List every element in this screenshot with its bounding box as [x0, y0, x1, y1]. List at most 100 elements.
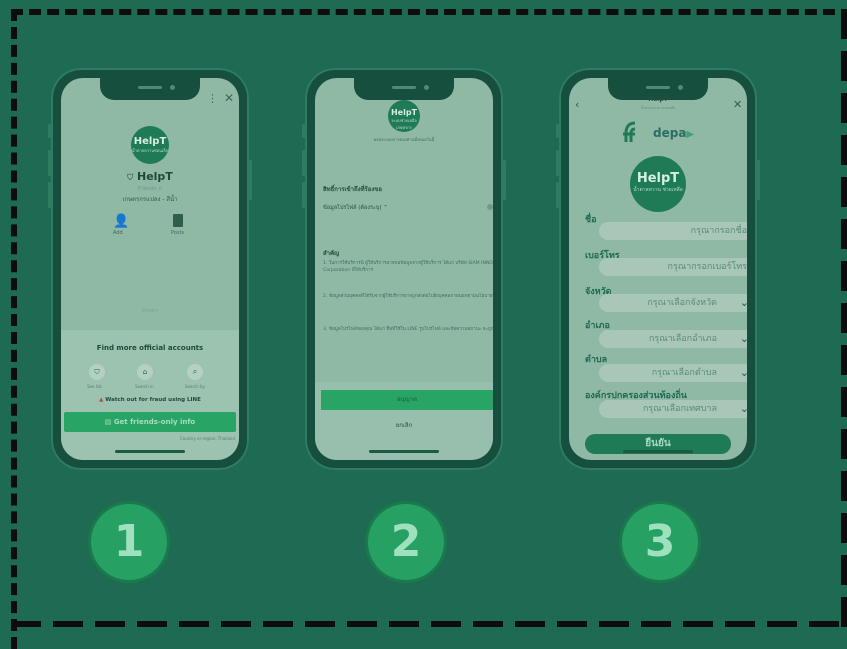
- find-item-label: Search in: [135, 384, 154, 389]
- dashed-border-right: [841, 9, 847, 629]
- add-label: Add: [113, 230, 123, 236]
- chevron-down-icon: ⌄: [739, 296, 747, 309]
- screen: ‹ HelpT น้ำตาลหวาน ช่วยเหลือ ✕ depa▶ Hel…: [569, 78, 747, 460]
- municipality-select-value: กรุณาเลือกเทศบาล: [642, 404, 717, 414]
- volume-down-button: [48, 182, 51, 208]
- get-info-button[interactable]: ▤ Get friends-only info: [64, 412, 236, 432]
- dashed-border-bottom: [11, 621, 847, 627]
- notch: [100, 78, 200, 100]
- phone-consent: HelpT ระบบช่วยเหลือเกษตรกร ผลประกอบการขอ…: [302, 68, 506, 470]
- account-friends: Friends: 0: [137, 186, 163, 192]
- volume-up-button: [48, 150, 51, 176]
- get-info-label: Get friends-only info: [113, 418, 196, 426]
- depa-arrow-icon: ▶: [686, 129, 695, 140]
- screen: HelpT ระบบช่วยเหลือเกษตรกร ผลประกอบการขอ…: [315, 78, 493, 460]
- fraud-warning: ▲ Watch out for fraud using LINE: [61, 397, 239, 403]
- screen: ⋮ ✕ HelpT น้ำตาลหวานซ่อนเล็ก ⛉ HelpT Fri…: [61, 78, 239, 460]
- home-indicator: [369, 450, 439, 453]
- volume-up-button: [556, 150, 559, 176]
- account-logo: HelpT น้ำตาลหวานซ่อนเล็ก: [131, 126, 169, 164]
- logo-name: HelpT: [636, 171, 680, 186]
- logo-subtitle: น้ำตาลหวาน ช่วยเหลือ: [633, 187, 683, 193]
- subdistrict-select-value: กรุณาเลือกตำบล: [651, 368, 717, 378]
- subdistrict-select[interactable]: กรุณาเลือกตำบล ⌄: [599, 364, 747, 382]
- logo-name: HelpT: [390, 108, 418, 117]
- verified-shield-icon: ⛉: [127, 173, 134, 182]
- terms-item: 2. ข้อมูลส่วนบุคคลที่ได้รับจากผู้ใช้บริก…: [323, 294, 493, 299]
- notch: [354, 78, 454, 100]
- phone-registration: ‹ HelpT น้ำตาลหวาน ช่วยเหลือ ✕ depa▶ Hel…: [556, 68, 760, 470]
- terms-list: 1. ในการใช้บริการนี้ ผู้ให้บริการอาจขอข้…: [323, 260, 493, 354]
- search-icon[interactable]: ⌕: [187, 364, 203, 380]
- district-select-value: กรุณาเลือกอำเภอ: [648, 334, 717, 344]
- permission-item[interactable]: ข้อมูลโปรไฟล์ (ต้องระบุ) ⌃: [323, 204, 388, 212]
- mute-button: [302, 124, 305, 138]
- volume-up-button: [302, 150, 305, 176]
- logo-caption: ผลประกอบการของท่านทั้งหมดในนี้: [373, 137, 435, 142]
- mute-button: [556, 124, 559, 138]
- logo-name: HelpT: [133, 136, 167, 147]
- home-indicator: [623, 450, 693, 453]
- header-subtitle: น้ำตาลหวาน ช่วยเหลือ: [640, 106, 676, 110]
- allow-button[interactable]: อนุญาต: [321, 390, 493, 410]
- phone-input[interactable]: กรุณากรอกเบอร์โทร: [599, 258, 747, 276]
- permission-title: สิทธิ์การเข้าถึงที่ร้องขอ: [323, 186, 383, 193]
- list-icon[interactable]: ⛉: [89, 364, 105, 380]
- chevron-down-icon: ⌄: [739, 366, 747, 379]
- region-footer: Country or region: Thailand: [180, 436, 235, 441]
- step-badge: 1: [91, 504, 167, 580]
- agency-logo-icon: [621, 120, 645, 146]
- store-icon[interactable]: ⌂: [137, 364, 153, 380]
- cancel-button[interactable]: ยกเลิก: [315, 420, 493, 430]
- more-icon[interactable]: ⋮: [207, 92, 218, 105]
- app-logo: HelpT น้ำตาลหวาน ช่วยเหลือ: [630, 156, 686, 212]
- power-button: [757, 160, 760, 200]
- terms-item: 3. ข้อมูลโปรไฟล์ของคุณ ได้แก่ ชื่อที่ใช้…: [323, 327, 493, 332]
- permission-item-text: ข้อมูลโปรไฟล์ (ต้องระบุ): [323, 205, 382, 211]
- name-input[interactable]: กรุณากรอกชื่อ: [599, 222, 747, 240]
- logo-subtitle: ระบบช่วยเหลือเกษตรกร: [391, 118, 417, 130]
- volume-down-button: [302, 182, 305, 208]
- terms-item: 1. ในการใช้บริการนี้ ผู้ให้บริการอาจขอข้…: [323, 261, 493, 273]
- posts-icon[interactable]: [173, 214, 183, 227]
- province-select[interactable]: กรุณาเลือกจังหวัด ⌄: [599, 294, 747, 312]
- power-button: [503, 160, 506, 200]
- permission-toggle[interactable]: [487, 204, 493, 210]
- chevron-up-icon: ⌃: [383, 205, 388, 211]
- account-name: ⛉ HelpT: [61, 170, 239, 183]
- find-title: Find more official accounts: [96, 344, 204, 352]
- account-name-text: HelpT: [137, 170, 173, 183]
- important-title: สำคัญ: [323, 250, 340, 257]
- logo-subtitle: น้ำตาลหวานซ่อนเล็ก: [131, 148, 169, 153]
- find-item-label: Search by: [185, 384, 205, 389]
- district-select[interactable]: กรุณาเลือกอำเภอ ⌄: [599, 330, 747, 348]
- add-friend-icon[interactable]: 👤: [113, 214, 129, 229]
- power-button: [249, 160, 252, 200]
- find-panel: Find more official accounts ⛉ ⌂ ⌕ See li…: [61, 330, 239, 460]
- chat-icon: ▤: [104, 418, 112, 426]
- step-badge: 2: [368, 504, 444, 580]
- depa-logo: depa▶: [653, 126, 694, 140]
- mute-button: [48, 124, 51, 138]
- account-description: เกษตรกรแปลง - สีนํ้า: [122, 196, 178, 203]
- warning-icon: ▲: [99, 397, 104, 403]
- close-icon[interactable]: ✕: [733, 98, 742, 111]
- chevron-down-icon: ⌄: [739, 332, 747, 345]
- step-badge: 3: [622, 504, 698, 580]
- empty-state: Empty: [141, 308, 159, 314]
- header-title: HelpT: [648, 96, 668, 103]
- consent-actions: อนุญาต ยกเลิก: [315, 382, 493, 460]
- field-label: ชื่อ: [585, 215, 597, 225]
- phone-line-profile: ⋮ ✕ HelpT น้ำตาลหวานซ่อนเล็ก ⛉ HelpT Fri…: [48, 68, 252, 470]
- volume-down-button: [556, 182, 559, 208]
- close-icon[interactable]: ✕: [224, 91, 234, 105]
- home-indicator: [115, 450, 185, 453]
- province-select-value: กรุณาเลือกจังหวัด: [647, 298, 717, 308]
- municipality-select[interactable]: กรุณาเลือกเทศบาล ⌄: [599, 400, 747, 418]
- find-item-label: See list: [87, 384, 102, 389]
- fraud-warning-text: Watch out for fraud using LINE: [105, 397, 201, 403]
- app-logo: HelpT ระบบช่วยเหลือเกษตรกร: [388, 100, 420, 132]
- depa-logo-text: depa: [653, 126, 687, 140]
- posts-label: Posts: [171, 230, 185, 236]
- chevron-down-icon: ⌄: [739, 402, 747, 415]
